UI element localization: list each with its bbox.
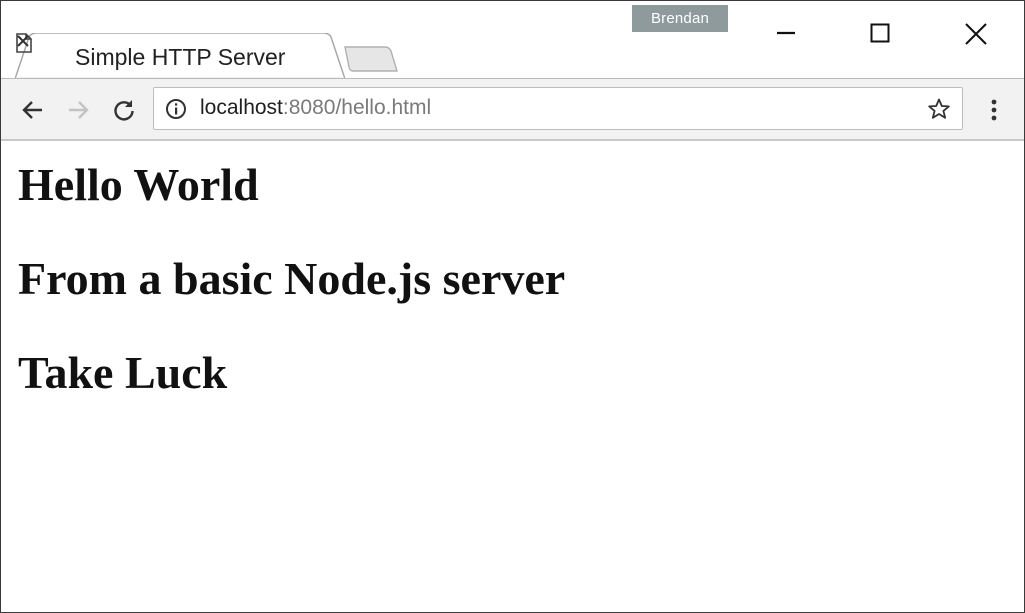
- profile-badge[interactable]: Brendan: [632, 5, 728, 32]
- back-button[interactable]: [16, 93, 50, 127]
- browser-window: Simple HTTP Server Brendan localhost:808…: [0, 0, 1025, 613]
- menu-icon[interactable]: [983, 93, 1005, 127]
- bookmark-star-icon[interactable]: [927, 97, 951, 121]
- address-bar[interactable]: localhost:8080/hello.html: [153, 87, 963, 130]
- title-bar: Simple HTTP Server Brendan: [1, 1, 1024, 80]
- tab-simple-http-server[interactable]: Simple HTTP Server: [15, 33, 345, 79]
- new-tab-button[interactable]: [341, 45, 401, 75]
- back-icon: [22, 101, 42, 119]
- page-content: Hello World From a basic Node.js server …: [1, 141, 1024, 612]
- close-window-button[interactable]: [952, 13, 998, 53]
- url-text[interactable]: localhost:8080/hello.html: [200, 96, 431, 120]
- heading-node-server: From a basic Node.js server: [18, 253, 566, 304]
- minimize-icon: [777, 31, 795, 35]
- heading-hello-world: Hello World: [18, 159, 259, 210]
- url-host: localhost: [200, 96, 283, 119]
- close-icon: [965, 23, 987, 45]
- forward-icon: [69, 101, 89, 119]
- minimize-button[interactable]: [763, 13, 809, 53]
- browser-toolbar: localhost:8080/hello.html: [1, 79, 1024, 140]
- url-path: :8080/hello.html: [282, 96, 432, 119]
- reload-icon: [114, 100, 134, 121]
- tab-title: Simple HTTP Server: [75, 44, 286, 70]
- maximize-icon: [870, 23, 890, 43]
- maximize-button[interactable]: [857, 13, 903, 53]
- forward-button[interactable]: [61, 93, 95, 127]
- reload-button[interactable]: [107, 93, 141, 127]
- tab-close-icon[interactable]: [15, 33, 31, 49]
- heading-take-luck: Take Luck: [18, 347, 228, 398]
- info-icon[interactable]: [165, 98, 187, 120]
